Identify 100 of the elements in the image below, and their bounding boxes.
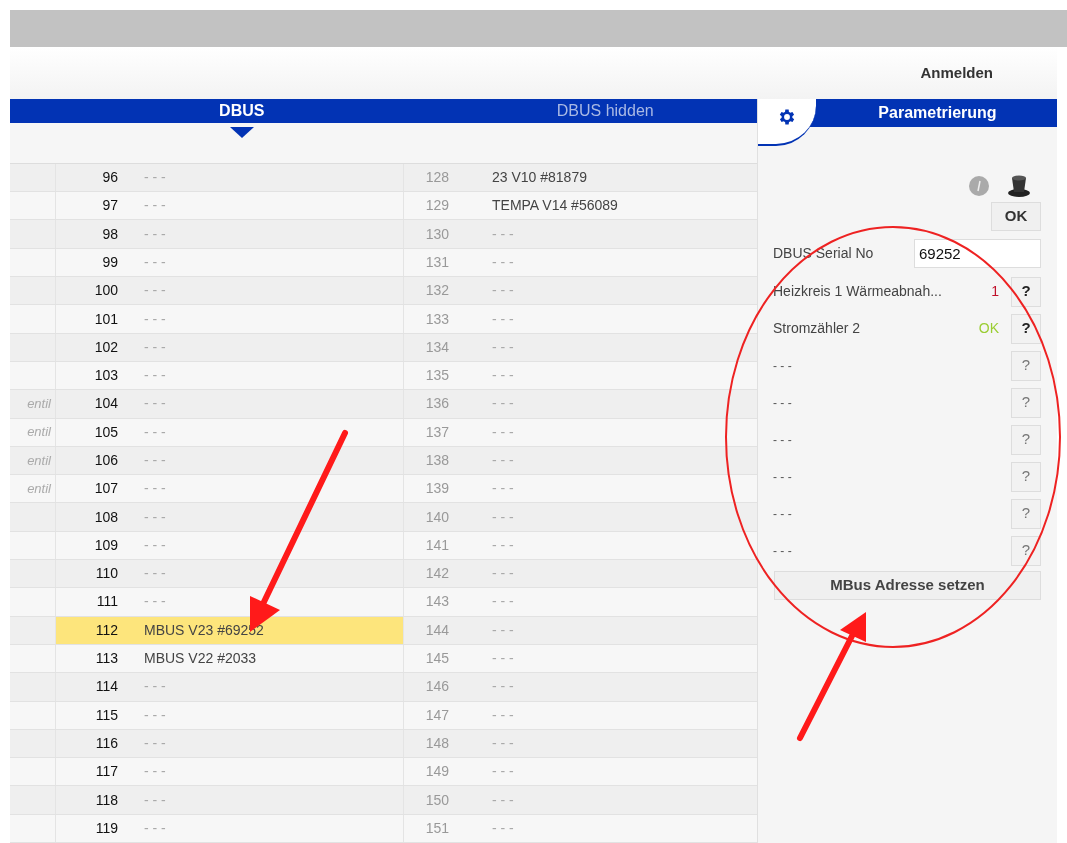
settings-tab[interactable] xyxy=(758,99,816,146)
tab[interactable]: DBUS xyxy=(10,99,394,123)
table-cell-text: - - - xyxy=(144,224,166,244)
table-cell-text: - - - xyxy=(144,564,166,584)
table-cell-text: - - - xyxy=(492,281,514,301)
table-cell-text: - - - xyxy=(492,790,514,810)
table-cell-text: - - - xyxy=(492,733,514,753)
table-cell-text: - - - xyxy=(144,281,166,301)
ok-button[interactable]: OK xyxy=(991,202,1041,231)
table-cell-text: - - - xyxy=(492,677,514,697)
table-cell-text: 136 xyxy=(424,394,449,414)
table-cell-text: 96 xyxy=(101,168,118,187)
table-cell-text: - - - xyxy=(144,451,166,470)
table-cell-text: - - - xyxy=(144,790,166,810)
table-cell-text: 100 xyxy=(93,281,118,301)
table-cell-text: - - - xyxy=(144,818,166,838)
help-button[interactable]: ? xyxy=(1011,498,1041,529)
table-cell-text: - - - xyxy=(492,252,514,272)
table-cell-text: entil xyxy=(27,480,51,499)
table-cell-text: - - - xyxy=(144,168,166,187)
table-cell-text: 138 xyxy=(424,451,449,470)
table-cell-text: 132 xyxy=(424,281,449,301)
table-cell-text: 105 xyxy=(93,422,118,442)
channel-label: Heizkreis 1 Wärmeabnah... xyxy=(773,282,943,301)
top-hat-icon[interactable] xyxy=(1007,174,1031,198)
table-cell-text: - - - xyxy=(492,479,514,499)
table-cell-text: - - - xyxy=(492,337,514,357)
serial-input[interactable]: 69252 xyxy=(914,239,1041,268)
table-cell-text: MBUS V22 #2033 xyxy=(144,649,257,669)
help-button[interactable]: ? xyxy=(1011,313,1041,344)
table-cell-text: 146 xyxy=(424,677,449,697)
channel-label: - - - xyxy=(773,468,793,486)
table-cell-text: - - - xyxy=(144,422,166,442)
tab[interactable]: DBUS hidden xyxy=(393,99,757,123)
settings-icon xyxy=(777,107,797,127)
table-cell-text: 142 xyxy=(424,564,449,584)
table-cell-text: 112 xyxy=(94,620,118,640)
help-button[interactable]: ? xyxy=(1011,350,1041,381)
table-cell-text: 130 xyxy=(424,224,449,244)
table-cell-text: 128 xyxy=(424,168,449,187)
table-cell-text: - - - xyxy=(144,252,166,272)
table-cell-text: 104 xyxy=(93,394,118,414)
help-button[interactable]: ? xyxy=(1011,387,1041,418)
table-cell-text: - - - xyxy=(144,394,166,414)
table-cell-text: - - - xyxy=(144,592,166,612)
table-cell-text: - - - xyxy=(492,818,514,838)
table-cell-text: entil xyxy=(27,423,51,442)
table-cell-text: 101 xyxy=(93,309,118,329)
channel-label: - - - xyxy=(773,505,793,523)
table-cell-text: 129 xyxy=(424,196,449,216)
channel-label: Stromzähler 2 xyxy=(773,319,862,338)
table-cell-text: 143 xyxy=(424,592,449,612)
login-link[interactable]: Anmelden xyxy=(920,61,993,85)
table-cell-text: entil xyxy=(27,395,51,414)
channel-status: OK xyxy=(978,319,999,338)
table-cell-text: - - - xyxy=(492,309,514,329)
table-cell-text: - - - xyxy=(144,733,166,753)
table-cell-text: - - - xyxy=(492,649,514,669)
table-cell-text: 98 xyxy=(101,224,118,244)
table-cell-text: 118 xyxy=(94,790,118,810)
help-button[interactable]: ? xyxy=(1011,461,1041,492)
channel-status: 1 xyxy=(991,282,999,301)
table-cell-text: 119 xyxy=(94,818,118,838)
table-cell-text: - - - xyxy=(492,451,514,470)
table-cell-text: - - - xyxy=(492,366,514,386)
table-cell-text: - - - xyxy=(492,564,514,584)
table-cell-text: - - - xyxy=(492,620,514,640)
help-button[interactable]: ? xyxy=(1011,424,1041,455)
table-cell-text: - - - xyxy=(144,196,166,216)
channel-label: - - - xyxy=(773,431,793,449)
table-cell-text: 149 xyxy=(424,762,449,782)
table-cell-text: - - - xyxy=(144,309,166,329)
table-cell-text: 134 xyxy=(424,337,449,357)
table-cell-text: - - - xyxy=(144,677,166,697)
serial-label: DBUS Serial No xyxy=(773,244,874,263)
table-cell-text: 117 xyxy=(94,762,118,782)
table-cell-text: 113 xyxy=(94,649,118,669)
help-button[interactable]: ? xyxy=(1011,535,1041,566)
table-cell-text: TEMPA V14 #56089 xyxy=(492,196,618,216)
table-cell-text: 151 xyxy=(424,818,449,838)
table-cell-text: 133 xyxy=(424,309,449,329)
table-cell-text: entil xyxy=(27,451,51,470)
set-address-button[interactable]: MBus Adresse setzen xyxy=(774,571,1041,600)
table-cell-text: 107 xyxy=(93,479,118,499)
table-cell-text: 141 xyxy=(424,535,449,555)
help-button[interactable]: ? xyxy=(1011,276,1041,307)
channel-label: - - - xyxy=(773,394,793,412)
table-cell-text: 150 xyxy=(424,790,449,810)
channel-label: - - - xyxy=(773,357,793,375)
table-cell-text: 140 xyxy=(424,507,449,527)
table-cell-text: 110 xyxy=(94,564,118,584)
table-cell-text: 97 xyxy=(101,196,118,216)
table-cell-text: 108 xyxy=(93,507,118,527)
table-cell-text: 23 V10 #81879 xyxy=(492,168,587,187)
table-cell-text: 109 xyxy=(93,535,118,555)
table-cell-text: 116 xyxy=(94,733,118,753)
table-cell-text: 135 xyxy=(424,366,449,386)
table-cell-text: - - - xyxy=(144,337,166,357)
table-cell-text: - - - xyxy=(492,705,514,725)
table-cell-text: - - - xyxy=(492,535,514,555)
